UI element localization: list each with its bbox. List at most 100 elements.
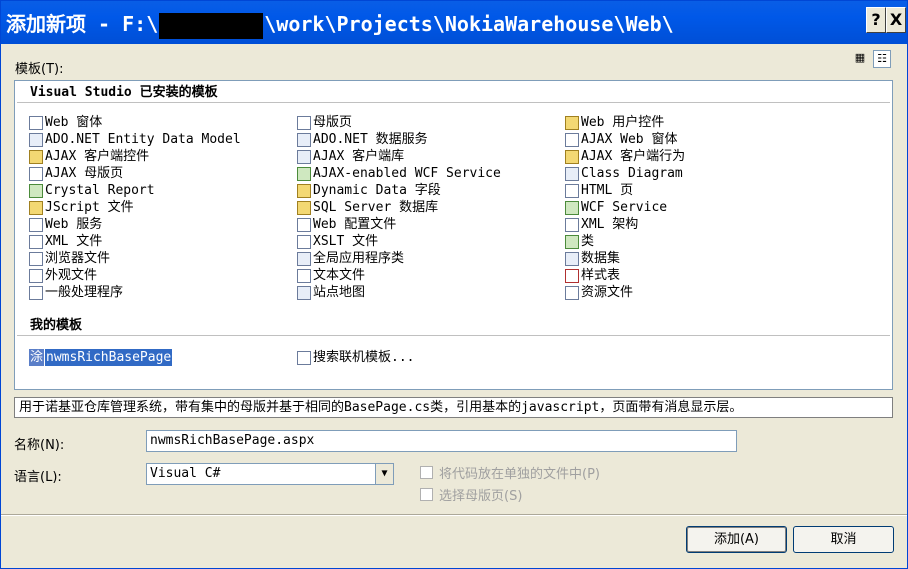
- templates-label: 模板(T):: [15, 62, 64, 77]
- template-item[interactable]: AJAX 客户端库: [297, 148, 501, 165]
- template-item[interactable]: 母版页: [297, 114, 501, 131]
- window-title-prefix: 添加新项 - F:\: [6, 12, 159, 36]
- installed-templates-header: Visual Studio 已安装的模板: [17, 83, 890, 103]
- template-item[interactable]: HTML 页: [565, 182, 685, 199]
- template-item[interactable]: XML 架构: [565, 216, 685, 233]
- search-template-icon: [297, 350, 311, 365]
- name-field[interactable]: nwmsRichBasePage.aspx: [146, 430, 737, 452]
- template-item[interactable]: Web 配置文件: [297, 216, 501, 233]
- template-icon: [565, 132, 579, 147]
- language-select[interactable]: Visual C# ▼: [146, 463, 394, 485]
- template-icon: [29, 268, 43, 283]
- template-item[interactable]: 站点地图: [297, 284, 501, 301]
- cancel-button[interactable]: 取消: [793, 526, 894, 553]
- template-item[interactable]: Web 窗体: [29, 114, 241, 131]
- separate-code-checkbox[interactable]: 将代码放在单独的文件中(P): [420, 463, 600, 482]
- template-icon: [297, 200, 311, 215]
- template-item[interactable]: XML 文件: [29, 233, 241, 250]
- template-label: Web 服务: [45, 217, 103, 232]
- redacted-path-segment: [159, 12, 264, 39]
- chevron-down-icon[interactable]: ▼: [375, 464, 393, 484]
- title-bar[interactable]: 添加新项 - F:\ \work\Projects\NokiaWarehouse\…: [0, 0, 908, 44]
- template-label: XML 架构: [581, 217, 639, 232]
- template-icon: [29, 132, 43, 147]
- template-icon: [29, 200, 43, 215]
- template-label: AJAX 客户端行为: [581, 149, 686, 164]
- template-label: HTML 页: [581, 183, 634, 198]
- template-item[interactable]: 样式表: [565, 267, 685, 284]
- template-icon: [297, 132, 311, 147]
- template-label: SQL Server 数据库: [313, 200, 439, 215]
- template-label: Dynamic Data 字段: [313, 183, 441, 198]
- template-icon: [565, 268, 579, 283]
- template-item[interactable]: AJAX Web 窗体: [565, 131, 685, 148]
- search-online-templates[interactable]: 搜索联机模板...: [297, 349, 414, 366]
- template-icon: [29, 251, 43, 266]
- template-item[interactable]: AJAX 客户端行为: [565, 148, 685, 165]
- template-icon: [565, 285, 579, 300]
- window-title: 添加新项 - F:\ \work\Projects\NokiaWarehouse\…: [6, 8, 674, 39]
- template-icon: [297, 183, 311, 198]
- large-icons-view-icon[interactable]: ▦: [851, 50, 869, 68]
- template-label: 样式表: [581, 268, 621, 283]
- template-item[interactable]: Web 用户控件: [565, 114, 685, 131]
- template-item[interactable]: Crystal Report: [29, 182, 241, 199]
- template-icon: [29, 115, 43, 130]
- templates-list[interactable]: Visual Studio 已安装的模板 Web 窗体 ADO.NET Entit…: [14, 80, 893, 390]
- template-item[interactable]: Dynamic Data 字段: [297, 182, 501, 199]
- template-item[interactable]: 资源文件: [565, 284, 685, 301]
- template-label: 类: [581, 234, 595, 249]
- template-item[interactable]: 一般处理程序: [29, 284, 241, 301]
- installed-column-1: Web 窗体 ADO.NET Entity Data Model AJAX 客户端控…: [29, 114, 241, 301]
- template-item[interactable]: 类: [565, 233, 685, 250]
- template-label: Class Diagram: [581, 166, 683, 181]
- template-item[interactable]: SQL Server 数据库: [297, 199, 501, 216]
- template-item[interactable]: ADO.NET Entity Data Model: [29, 131, 241, 148]
- template-item[interactable]: ADO.NET 数据服务: [297, 131, 501, 148]
- template-item[interactable]: 全局应用程序类: [297, 250, 501, 267]
- template-item[interactable]: 外观文件: [29, 267, 241, 284]
- search-online-label: 搜索联机模板...: [313, 350, 415, 365]
- template-item[interactable]: Web 服务: [29, 216, 241, 233]
- template-label: 文本文件: [313, 268, 366, 283]
- template-item[interactable]: JScript 文件: [29, 199, 241, 216]
- template-icon: [29, 217, 43, 232]
- close-button[interactable]: X: [886, 7, 906, 33]
- template-label: 一般处理程序: [45, 285, 124, 300]
- template-icon: [29, 183, 43, 198]
- template-icon: [29, 166, 43, 181]
- installed-column-2: 母版页 ADO.NET 数据服务 AJAX 客户端库 AJAX-enabled WCF…: [297, 114, 501, 301]
- template-icon: [297, 166, 311, 181]
- template-item[interactable]: 浏览器文件: [29, 250, 241, 267]
- template-icon: [565, 217, 579, 232]
- help-button[interactable]: ?: [866, 7, 886, 33]
- template-item[interactable]: WCF Service: [565, 199, 685, 216]
- template-icon: [565, 149, 579, 164]
- master-page-checkbox[interactable]: 选择母版页(S): [420, 485, 522, 504]
- add-button[interactable]: 添加(A): [686, 526, 787, 553]
- template-item-selected[interactable]: 涂 nwmsRichBasePage: [29, 349, 173, 366]
- template-item[interactable]: AJAX 母版页: [29, 165, 241, 182]
- template-label: 母版页: [313, 115, 353, 130]
- template-label: 外观文件: [45, 268, 98, 283]
- template-icon: [297, 217, 311, 232]
- template-label: Web 窗体: [45, 115, 103, 130]
- template-icon: [29, 234, 43, 249]
- template-icon: [297, 268, 311, 283]
- small-icons-view-icon[interactable]: ☷: [873, 50, 891, 68]
- template-item[interactable]: XSLT 文件: [297, 233, 501, 250]
- language-value: Visual C#: [150, 466, 221, 481]
- language-label: 语言(L):: [14, 470, 62, 485]
- template-item[interactable]: AJAX 客户端控件: [29, 148, 241, 165]
- master-page-checkbox-box[interactable]: [420, 488, 433, 501]
- template-label: Web 用户控件: [581, 115, 665, 130]
- separate-code-checkbox-box[interactable]: [420, 466, 433, 479]
- template-label: AJAX 客户端库: [313, 149, 405, 164]
- template-item[interactable]: AJAX-enabled WCF Service: [297, 165, 501, 182]
- template-label: XML 文件: [45, 234, 103, 249]
- template-item[interactable]: 文本文件: [297, 267, 501, 284]
- template-item[interactable]: Class Diagram: [565, 165, 685, 182]
- my-templates-header: 我的模板: [17, 316, 890, 336]
- template-label: AJAX 客户端控件: [45, 149, 150, 164]
- template-item[interactable]: 数据集: [565, 250, 685, 267]
